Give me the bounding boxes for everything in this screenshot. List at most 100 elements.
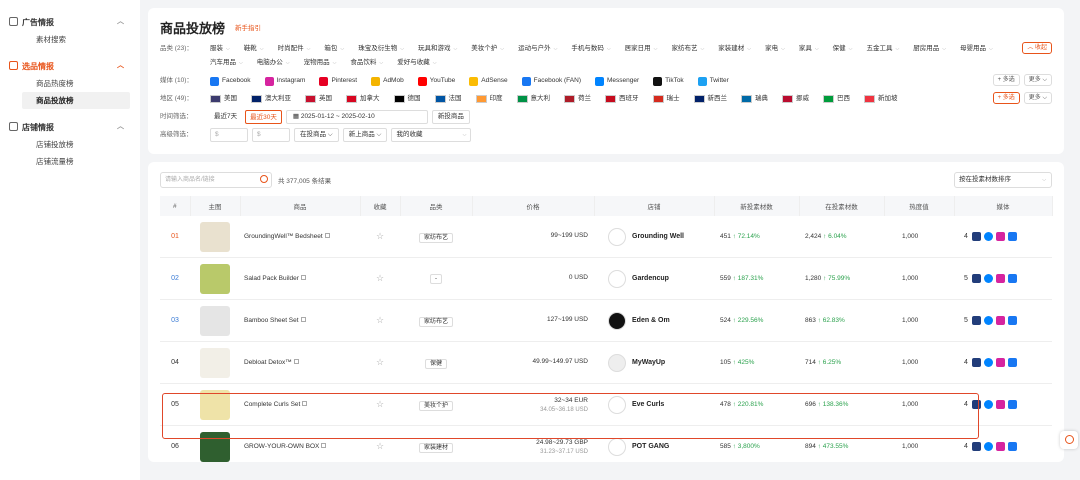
collapse-button[interactable]: ︿ 收起 — [1022, 42, 1052, 54]
copy-icon[interactable] — [293, 359, 299, 364]
category-item[interactable]: 居家日用 ⌵ — [625, 42, 658, 56]
product-name-cell[interactable]: Complete Curls Set — [240, 383, 360, 426]
favorite-star-icon[interactable]: ☆ — [360, 383, 400, 426]
product-image[interactable] — [200, 431, 230, 462]
product-name-cell[interactable]: Bamboo Sheet Set — [240, 299, 360, 342]
copy-icon[interactable] — [324, 233, 330, 238]
product-name-cell[interactable]: GROW-YOUR-OWN BOX — [240, 425, 360, 462]
region-item[interactable]: 美国 — [210, 92, 237, 106]
product-name-cell[interactable]: Debloat Detox™ — [240, 341, 360, 384]
product-image[interactable] — [200, 305, 230, 336]
region-item[interactable]: 挪威 — [782, 92, 809, 106]
media-item[interactable]: YouTube — [417, 74, 455, 88]
favorite-star-icon[interactable]: ☆ — [360, 216, 400, 258]
sidebar-group-ad-intel[interactable]: 广告情报 ︿ — [0, 12, 140, 31]
media-more-button[interactable]: 更多 ⌵ — [1023, 74, 1052, 86]
product-name-cell[interactable]: GroundingWell™ Bedsheet — [240, 216, 360, 258]
new-up-checkbox[interactable]: 新上商品 ⌵ — [342, 128, 388, 142]
category-item[interactable]: 家装建材 ⌵ — [718, 42, 751, 56]
media-multi-button[interactable]: + 多选 — [992, 74, 1020, 86]
table-row[interactable]: 06 GROW-YOUR-OWN BOX ☆ 家装建材 24.98~29.73 GBP 3… — [160, 425, 1052, 462]
category-item[interactable]: 厨房用品 ⌵ — [913, 42, 946, 56]
sort-select[interactable]: 按在投素材数排序 ⌵ — [954, 172, 1052, 188]
date-range-picker[interactable]: ▦ 2025-01-12 ~ 2025-02-10 — [285, 110, 428, 124]
sidebar-item-material-search[interactable]: 素材搜索 — [0, 31, 130, 48]
category-item[interactable]: 保健 ⌵ — [833, 42, 853, 56]
category-item[interactable]: 家纺布艺 ⌵ — [671, 42, 704, 56]
in-ad-checkbox[interactable]: 在投商品 ⌵ — [294, 128, 339, 142]
region-item[interactable]: 德国 — [393, 92, 421, 106]
store-cell[interactable]: Gardencup — [594, 257, 714, 300]
favorite-star-icon[interactable]: ☆ — [360, 425, 400, 462]
copy-icon[interactable] — [302, 401, 308, 406]
region-item[interactable]: 新西兰 — [693, 92, 727, 106]
category-item[interactable]: 电脑办公 ⌵ — [257, 56, 290, 70]
sidebar-group-store-intel[interactable]: 店铺情报 ︿ — [0, 117, 140, 136]
new-products-checkbox[interactable]: 新投商品 — [431, 110, 470, 124]
category-item[interactable]: 母婴用品 ⌵ — [960, 42, 993, 56]
search-icon[interactable] — [260, 175, 268, 183]
category-item[interactable]: 家电 ⌵ — [765, 42, 785, 56]
favorite-star-icon[interactable]: ☆ — [360, 341, 400, 384]
table-row[interactable]: 01 GroundingWell™ Bedsheet ☆ 家纺布艺 99~199 USD… — [160, 216, 1052, 258]
product-image[interactable] — [200, 263, 230, 294]
store-cell[interactable]: Eden & Om — [594, 299, 714, 342]
favorite-star-icon[interactable]: ☆ — [360, 299, 400, 342]
region-multi-button[interactable]: + 多选 — [992, 92, 1020, 104]
support-button[interactable] — [1060, 431, 1078, 449]
sidebar-item-product-ads[interactable]: 商品投放榜 — [22, 92, 130, 109]
category-item[interactable]: 玩具和游戏 ⌵ — [418, 42, 457, 56]
category-item[interactable]: 五金工具 ⌵ — [866, 42, 899, 56]
copy-icon[interactable] — [300, 275, 306, 280]
price-to-input[interactable]: $ — [252, 128, 290, 142]
region-more-button[interactable]: 更多 ⌵ — [1023, 92, 1052, 104]
category-item[interactable]: 服装 ⌵ — [210, 42, 230, 56]
category-item[interactable]: 美妆个护 ⌵ — [471, 42, 504, 56]
media-item[interactable]: Facebook — [210, 74, 251, 88]
time-opt-30d[interactable]: 最近30天 — [245, 110, 282, 124]
region-item[interactable]: 意大利 — [516, 92, 550, 106]
category-item[interactable]: 手机与数码 ⌵ — [571, 42, 610, 56]
search-input[interactable]: 请输入商品名/链接 — [160, 172, 272, 188]
product-image[interactable] — [200, 347, 230, 378]
favorites-select[interactable]: 我的收藏 ⌵ — [391, 128, 472, 142]
store-cell[interactable]: POT GANG — [594, 425, 714, 462]
region-item[interactable]: 法国 — [434, 92, 462, 106]
region-item[interactable]: 荷兰 — [564, 92, 591, 106]
store-cell[interactable]: Grounding Well — [594, 216, 714, 258]
media-item[interactable]: Facebook (FAN) — [521, 74, 581, 88]
category-item[interactable]: 汽车用品 ⌵ — [210, 56, 243, 70]
sidebar-item-store-traffic[interactable]: 店铺流量榜 — [0, 153, 130, 170]
product-image[interactable] — [200, 221, 230, 252]
media-item[interactable]: TikTok — [653, 74, 684, 88]
category-item[interactable]: 鞋靴 ⌵ — [244, 42, 264, 56]
region-item[interactable]: 瑞士 — [652, 92, 680, 106]
media-item[interactable]: Messenger — [594, 74, 639, 88]
sidebar-item-product-heat[interactable]: 商品热度榜 — [0, 75, 130, 92]
region-item[interactable]: 西班牙 — [605, 92, 639, 106]
category-item[interactable]: 运动与户外 ⌵ — [518, 42, 557, 56]
table-row[interactable]: 02 Salad Pack Builder ☆ - 0 USD Gardencup 559 … — [160, 257, 1052, 300]
sidebar-item-store-ads[interactable]: 店铺投放榜 — [0, 136, 130, 153]
category-item[interactable]: 宠物用品 ⌵ — [304, 56, 337, 70]
copy-icon[interactable] — [321, 443, 327, 448]
store-cell[interactable]: MyWayUp — [594, 341, 714, 384]
store-cell[interactable]: Eve Curls — [594, 383, 714, 426]
copy-icon[interactable] — [300, 317, 306, 322]
table-row[interactable]: 05 Complete Curls Set ☆ 美妆个护 32~34 EUR 34.05~… — [160, 383, 1052, 426]
sidebar-group-product-intel[interactable]: 选品情报 ︿ — [0, 56, 140, 75]
region-item[interactable]: 英国 — [305, 92, 332, 106]
region-item[interactable]: 印度 — [475, 92, 503, 106]
media-item[interactable]: Pinterest — [319, 74, 357, 88]
guide-link[interactable]: 新手指引 — [235, 22, 261, 32]
region-item[interactable]: 巴西 — [823, 92, 850, 106]
product-name-cell[interactable]: Salad Pack Builder — [240, 257, 360, 300]
category-item[interactable]: 箱包 ⌵ — [324, 42, 344, 56]
price-from-input[interactable]: $ — [210, 128, 248, 142]
table-row[interactable]: 04 Debloat Detox™ ☆ 保健 49.99~149.97 USD MyWay… — [160, 341, 1052, 384]
media-item[interactable]: Twitter — [697, 74, 729, 88]
category-item[interactable]: 珠宝及衍生物 ⌵ — [358, 42, 404, 56]
time-opt-7d[interactable]: 最近7天 — [210, 110, 241, 124]
table-row[interactable]: 03 Bamboo Sheet Set ☆ 家纺布艺 127~199 USD Eden &… — [160, 299, 1052, 342]
category-item[interactable]: 爱好与收藏 ⌵ — [397, 56, 436, 70]
